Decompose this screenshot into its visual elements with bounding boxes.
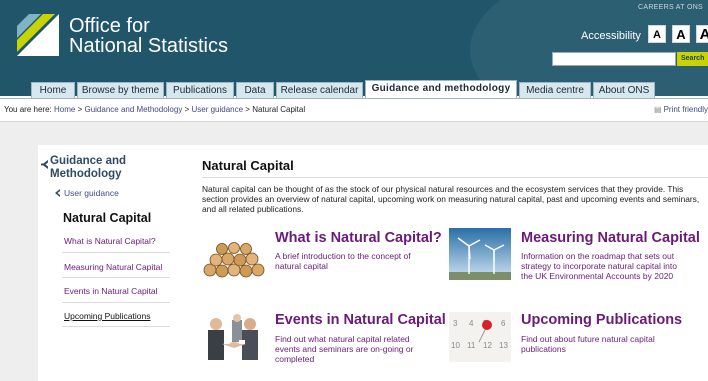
calendar-day: 13 (499, 341, 508, 350)
tab-home[interactable]: Home (31, 82, 75, 99)
sidebar-divider (62, 252, 170, 253)
breadcrumb-separator: > (77, 105, 83, 114)
card-events-desc: Find out what natural capital related ev… (275, 334, 414, 364)
accessibility-link[interactable]: Accessibility (581, 30, 641, 42)
breadcrumb-home[interactable]: Home (54, 105, 75, 114)
calendar-day: 10 (451, 341, 460, 350)
intro-text: Natural capital can be thought of as the… (202, 184, 700, 214)
calendar-day: 12 (483, 341, 492, 350)
chevron-left-icon (41, 160, 48, 169)
ons-page: Office for National Statistics CAREERS A… (0, 0, 708, 381)
font-size-large-button[interactable]: A (696, 25, 708, 43)
sidebar-divider (62, 277, 170, 278)
calendar-day: 4 (469, 319, 474, 328)
card-upcoming-title[interactable]: Upcoming Publications (521, 312, 682, 328)
tab-publications[interactable]: Publications (166, 82, 234, 99)
sidebar-item-measuring[interactable]: Measuring Natural Capital (64, 262, 162, 272)
tab-release-calendar[interactable]: Release calendar (276, 82, 363, 99)
breadcrumb-current: Natural Capital (252, 105, 306, 114)
sidebar-divider (62, 326, 170, 327)
search-input[interactable] (552, 52, 676, 66)
org-name[interactable]: Office for National Statistics (69, 16, 228, 56)
font-size-small-button[interactable]: A (648, 25, 666, 43)
search-button[interactable]: Search (677, 52, 708, 66)
wind-turbines-image[interactable] (449, 228, 511, 280)
org-name-line1: Office for (69, 15, 150, 37)
careers-link[interactable]: CAREERS AT ONS (638, 4, 703, 11)
card-measuring-desc: Information on the roadmap that sets out… (521, 251, 677, 281)
card-events-title[interactable]: Events in Natural Capital (275, 312, 446, 328)
tab-about-ons[interactable]: About ONS (593, 82, 655, 99)
print-friendly-label: Print friendly (663, 105, 708, 114)
sidebar-current-page: Natural Capital (63, 211, 152, 225)
tab-guidance-and-methodology[interactable]: Guidance and methodology (365, 80, 517, 99)
sidebar-divider (62, 302, 170, 303)
calendar-day: 6 (501, 319, 506, 328)
card-measuring-title[interactable]: Measuring Natural Capital (521, 230, 700, 246)
card-what-is-title[interactable]: What is Natural Capital? (275, 230, 442, 246)
org-name-line2: National Statistics (69, 35, 228, 57)
tab-data[interactable]: Data (236, 82, 274, 99)
logs-image[interactable] (202, 230, 266, 280)
calendar-day: 3 (453, 319, 458, 328)
breadcrumb-guidance[interactable]: Guidance and Methodology (84, 105, 182, 114)
main-nav: Home Browse by theme Publications Data R… (0, 80, 708, 99)
calendar-day: 11 (467, 341, 476, 350)
tab-media-centre[interactable]: Media centre (519, 82, 591, 99)
sidebar-item-upcoming[interactable]: Upcoming Publications (64, 311, 150, 321)
font-size-medium-button[interactable]: A (672, 25, 690, 43)
printer-icon: ▤ (654, 105, 662, 114)
title-divider (202, 177, 708, 178)
sidebar-item-events[interactable]: Events in Natural Capital (64, 286, 158, 296)
page-title: Natural Capital (202, 158, 294, 173)
card-upcoming-desc: Find out about future natural capital pu… (521, 334, 655, 354)
tab-browse-by-theme[interactable]: Browse by theme (77, 82, 164, 99)
card-what-is-desc: A brief introduction to the concept of n… (275, 251, 411, 271)
nav-divider (0, 98, 708, 99)
sidebar-item-what-is[interactable]: What is Natural Capital? (64, 236, 156, 246)
breadcrumb-separator: > (245, 105, 250, 114)
sidebar-section-title[interactable]: Guidance and Methodology (50, 155, 170, 181)
calendar-pin-image[interactable]: 3 4 5 6 10 11 12 13 (449, 312, 511, 362)
breadcrumb: You are here: Home > Guidance and Method… (4, 105, 305, 114)
print-friendly-link[interactable]: ▤ Print friendly (654, 105, 708, 114)
breadcrumb-user-guidance[interactable]: User guidance (191, 105, 243, 114)
ons-logo-icon[interactable] (15, 12, 61, 58)
breadcrumb-prefix: You are here: (4, 105, 52, 114)
sidebar-parent-link[interactable]: User guidance (64, 188, 119, 198)
breadcrumb-separator: > (184, 105, 190, 114)
chevron-left-icon (55, 189, 60, 197)
handshake-image[interactable] (202, 312, 266, 364)
